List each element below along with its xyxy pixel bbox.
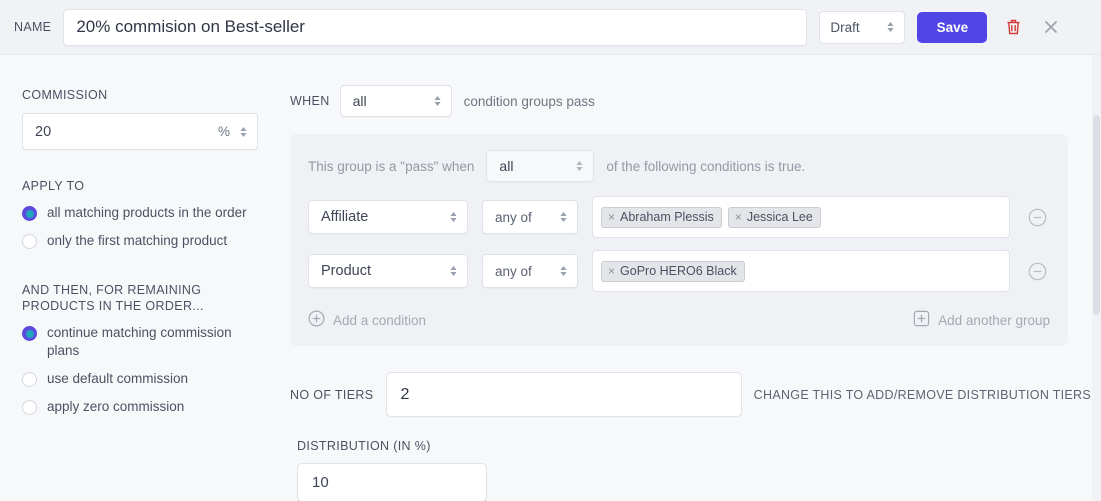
condition-field-value: Product xyxy=(321,263,371,279)
scrollbar-thumb[interactable] xyxy=(1093,115,1100,315)
commission-label: COMMISSION xyxy=(22,88,108,102)
when-row: WHEN all condition groups pass xyxy=(290,85,1091,117)
name-label: NAME xyxy=(14,20,52,34)
group-suffix-text: of the following conditions is true. xyxy=(606,158,806,174)
apply-to-label: APPLY TO xyxy=(22,179,85,193)
radio-label: apply zero commission xyxy=(47,399,185,414)
radio-label: only the first matching product xyxy=(47,233,228,248)
chevron-updown-icon xyxy=(558,209,569,225)
value-tag[interactable]: × Jessica Lee xyxy=(727,206,821,228)
chevron-updown-icon xyxy=(448,263,459,279)
chevron-updown-icon xyxy=(432,93,443,109)
condition-group: This group is a "pass" when all of the f… xyxy=(290,134,1068,346)
distribution-input-value: 10 xyxy=(312,474,329,491)
remaining-products-label: AND THEN, FOR REMAINING PRODUCTS IN THE … xyxy=(22,283,204,313)
radio-continue-matching[interactable]: continue matching commission plans xyxy=(22,324,261,360)
condition-field-value: Affiliate xyxy=(321,209,369,225)
chevron-updown-icon xyxy=(448,209,459,225)
condition-operator-select[interactable]: any of xyxy=(482,254,578,288)
tag-remove-icon[interactable]: × xyxy=(608,265,615,277)
condition-values-input[interactable]: × GoPro HERO6 Black xyxy=(592,250,1010,292)
group-match-select[interactable]: all xyxy=(486,150,595,182)
tag-label: GoPro HERO6 Black xyxy=(620,263,737,278)
plus-circle-icon xyxy=(308,310,325,330)
condition-operator-value: any of xyxy=(495,209,532,225)
radio-indicator xyxy=(22,372,37,387)
tag-label: Abraham Plessis xyxy=(620,209,714,224)
value-tag[interactable]: × Abraham Plessis xyxy=(601,206,722,228)
scrollbar-track[interactable] xyxy=(1092,55,1101,501)
value-tag[interactable]: × GoPro HERO6 Black xyxy=(601,260,745,282)
distribution-label: DISTRIBUTION (IN %) xyxy=(297,439,431,453)
when-match-select[interactable]: all xyxy=(339,85,452,117)
condition-row: Affiliate any of × Abraham Plessis × Jes… xyxy=(308,196,1050,238)
tiers-input-value: 2 xyxy=(400,385,410,403)
group-footer: Add a condition Add another group xyxy=(308,304,1050,340)
distribution-input[interactable]: 10 xyxy=(297,463,487,501)
editor-header: NAME 20% commision on Best-seller Draft … xyxy=(0,0,1101,55)
radio-label: continue matching commission plans xyxy=(47,325,232,358)
condition-operator-value: any of xyxy=(495,263,532,279)
status-select[interactable]: Draft xyxy=(819,10,906,44)
group-header: This group is a "pass" when all of the f… xyxy=(308,150,1050,182)
condition-operator-select[interactable]: any of xyxy=(482,200,578,234)
tiers-label: NO OF TIERS xyxy=(290,387,374,402)
plus-square-icon xyxy=(913,310,930,330)
tag-remove-icon[interactable]: × xyxy=(608,211,615,223)
tiers-row: NO OF TIERS 2 CHANGE THIS TO ADD/REMOVE … xyxy=(290,372,1091,417)
radio-apply-zero[interactable]: apply zero commission xyxy=(22,398,261,416)
radio-label: use default commission xyxy=(47,371,189,386)
conditions-panel: WHEN all condition groups pass This grou… xyxy=(283,55,1101,501)
radio-indicator xyxy=(22,206,37,221)
add-condition-button[interactable]: Add a condition xyxy=(308,310,426,330)
when-match-value: all xyxy=(352,93,367,109)
condition-field-select[interactable]: Product xyxy=(308,254,468,288)
condition-field-select[interactable]: Affiliate xyxy=(308,200,468,234)
add-group-button[interactable]: Add another group xyxy=(913,310,1050,330)
chevron-updown-icon xyxy=(574,158,585,174)
name-input[interactable]: 20% commision on Best-seller xyxy=(63,8,808,46)
radio-indicator xyxy=(22,400,37,415)
editor-body: COMMISSION 20 % APPLY TO all matching pr… xyxy=(0,55,1101,501)
add-group-label: Add another group xyxy=(938,312,1050,328)
remove-condition-icon[interactable] xyxy=(1028,262,1047,281)
when-suffix-text: condition groups pass xyxy=(463,93,595,109)
trash-icon[interactable] xyxy=(1001,15,1025,39)
status-select-value: Draft xyxy=(830,19,860,35)
group-prefix-text: This group is a "pass" when xyxy=(308,158,475,174)
name-input-value: 20% commision on Best-seller xyxy=(76,17,305,36)
when-label: WHEN xyxy=(290,94,330,108)
radio-apply-all-matching[interactable]: all matching products in the order xyxy=(22,204,261,222)
commission-input[interactable]: 20 % xyxy=(22,113,258,150)
condition-row: Product any of × GoPro HERO6 Black xyxy=(308,250,1050,292)
radio-use-default[interactable]: use default commission xyxy=(22,370,261,388)
settings-sidebar: COMMISSION 20 % APPLY TO all matching pr… xyxy=(0,55,283,501)
radio-apply-first-matching[interactable]: only the first matching product xyxy=(22,232,261,250)
commission-input-value: 20 xyxy=(35,123,52,140)
commission-stepper[interactable] xyxy=(238,124,249,140)
tag-remove-icon[interactable]: × xyxy=(735,211,742,223)
commission-plan-editor: NAME 20% commision on Best-seller Draft … xyxy=(0,0,1101,501)
tiers-input[interactable]: 2 xyxy=(385,372,742,417)
remove-condition-icon[interactable] xyxy=(1028,208,1047,227)
tiers-hint-text: CHANGE THIS TO ADD/REMOVE DISTRIBUTION T… xyxy=(753,387,1091,402)
tag-label: Jessica Lee xyxy=(746,209,813,224)
add-condition-label: Add a condition xyxy=(333,312,427,328)
condition-values-input[interactable]: × Abraham Plessis × Jessica Lee xyxy=(592,196,1010,238)
save-button[interactable]: Save xyxy=(917,11,988,43)
radio-label: all matching products in the order xyxy=(47,205,247,220)
group-match-value: all xyxy=(499,158,514,174)
radio-indicator xyxy=(22,326,37,341)
chevron-updown-icon xyxy=(885,19,896,35)
percent-suffix: % xyxy=(217,124,230,139)
chevron-updown-icon xyxy=(558,263,569,279)
radio-indicator xyxy=(22,234,37,249)
close-icon[interactable] xyxy=(1039,15,1063,39)
